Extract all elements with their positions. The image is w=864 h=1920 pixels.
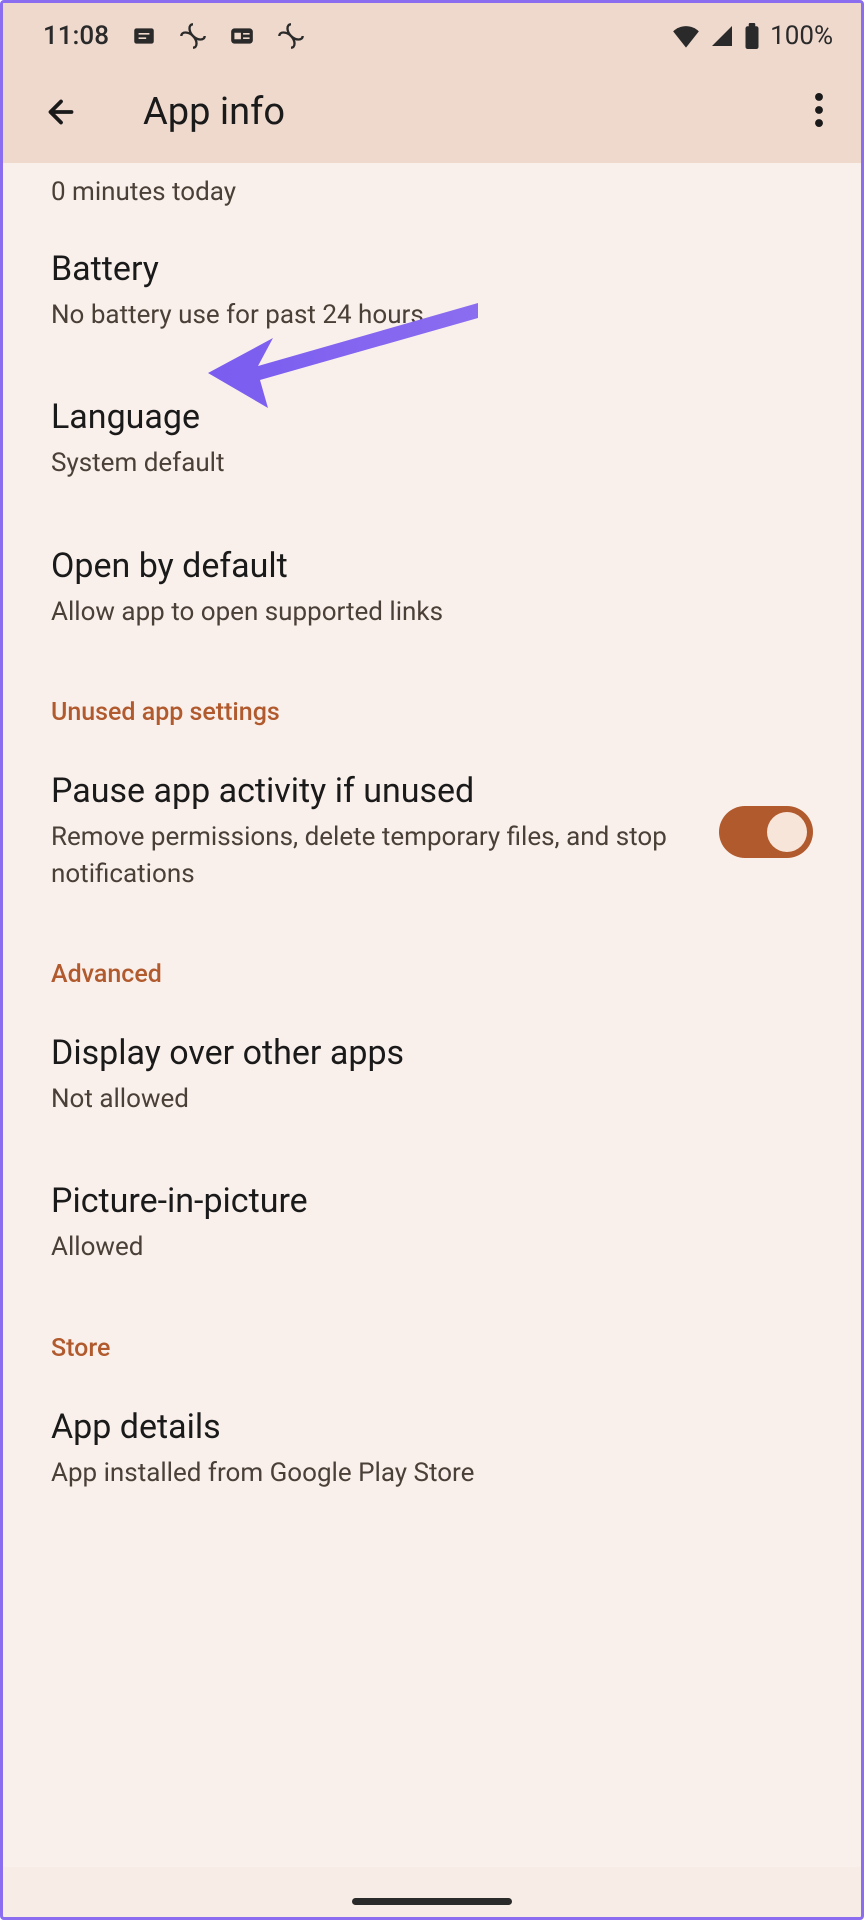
messages-icon [131, 23, 157, 49]
fan-icon-2 [277, 22, 305, 50]
battery-sub: No battery use for past 24 hours [51, 297, 813, 333]
wifi-icon [672, 24, 700, 48]
pip-sub: Allowed [51, 1229, 813, 1265]
screen-time-sub: 0 minutes today [3, 163, 861, 215]
language-title: Language [51, 397, 813, 437]
advanced-section-header: Advanced [3, 922, 861, 999]
open-default-sub: Allow app to open supported links [51, 594, 813, 630]
nav-handle[interactable] [352, 1898, 512, 1905]
news-icon [229, 23, 255, 49]
toggle-knob [767, 812, 807, 852]
status-time: 11:08 [43, 21, 109, 51]
more-button[interactable] [805, 89, 833, 135]
battery-percent: 100% [770, 21, 833, 51]
page-title: App info [143, 90, 805, 134]
pause-activity-item[interactable]: Pause app activity if unused Remove perm… [3, 737, 861, 922]
app-details-item[interactable]: App details App installed from Google Pl… [3, 1373, 861, 1521]
pause-toggle[interactable] [719, 806, 813, 858]
unused-section-header: Unused app settings [3, 660, 861, 737]
display-over-item[interactable]: Display over other apps Not allowed [3, 999, 861, 1147]
battery-item[interactable]: Battery No battery use for past 24 hours [3, 215, 861, 363]
back-button[interactable] [43, 94, 79, 130]
status-bar: 11:08 100% [3, 3, 861, 65]
signal-icon [710, 24, 734, 48]
battery-title: Battery [51, 249, 813, 289]
pip-item[interactable]: Picture-in-picture Allowed [3, 1147, 861, 1295]
app-details-title: App details [51, 1407, 813, 1447]
open-default-item[interactable]: Open by default Allow app to open suppor… [3, 512, 861, 660]
pip-title: Picture-in-picture [51, 1181, 813, 1221]
pause-title: Pause app activity if unused [51, 771, 695, 811]
display-over-sub: Not allowed [51, 1081, 813, 1117]
display-over-title: Display over other apps [51, 1033, 813, 1073]
language-sub: System default [51, 445, 813, 481]
open-default-title: Open by default [51, 546, 813, 586]
pause-sub: Remove permissions, delete temporary fil… [51, 819, 695, 892]
app-details-sub: App installed from Google Play Store [51, 1455, 813, 1491]
battery-icon [744, 23, 760, 49]
content: 0 minutes today Battery No battery use f… [3, 163, 861, 1867]
fan-icon [179, 22, 207, 50]
language-item[interactable]: Language System default [3, 363, 861, 511]
store-section-header: Store [3, 1296, 861, 1373]
app-header: App info [3, 65, 861, 163]
